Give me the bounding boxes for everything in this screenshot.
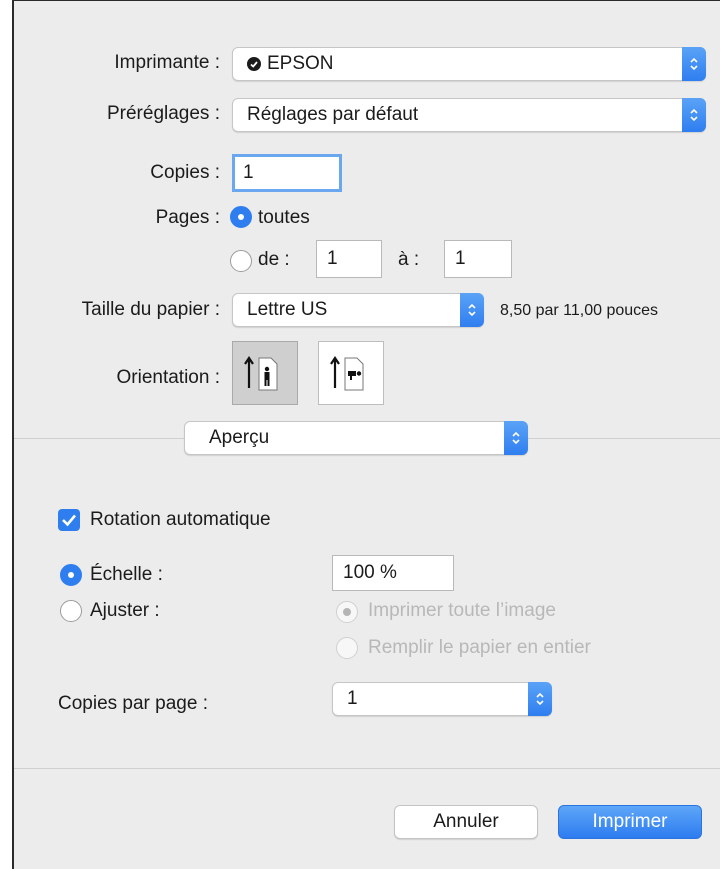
popup-stepper-icon <box>682 47 706 81</box>
scale-radio[interactable] <box>60 564 82 586</box>
popup-stepper-icon <box>504 421 528 455</box>
fit-print-all-radio[interactable] <box>336 601 358 623</box>
paper-dimensions: 8,50 par 11,00 pouces <box>500 302 659 319</box>
pages-range-radio[interactable] <box>230 250 252 272</box>
copies-per-page-label: Copies par page : <box>58 693 208 714</box>
section-popup-value: Aperçu <box>209 427 270 448</box>
orientation-label: Orientation : <box>116 367 221 388</box>
section-popup[interactable]: Aperçu <box>184 421 528 455</box>
printer-value: EPSON <box>267 53 334 74</box>
copies-label: Copies : <box>150 162 220 183</box>
printer-popup[interactable]: EPSON <box>232 47 706 81</box>
presets-label: Préréglages : <box>106 103 220 124</box>
pages-all-radio[interactable] <box>230 206 252 228</box>
pages-to-input[interactable]: 1 <box>444 240 512 278</box>
separator <box>14 768 720 769</box>
popup-stepper-icon <box>682 98 706 132</box>
auto-rotate-checkbox[interactable] <box>58 509 80 531</box>
copies-per-page-value: 1 <box>347 688 358 709</box>
portrait-icon <box>244 356 278 391</box>
landscape-icon <box>330 356 364 391</box>
auto-rotate-label: Rotation automatique <box>90 509 271 530</box>
presets-popup[interactable]: Réglages par défaut <box>232 98 706 132</box>
orientation-portrait-button[interactable] <box>232 341 298 405</box>
print-dialog: Imprimante : EPSON Préréglages : Réglage… <box>12 0 720 869</box>
print-button[interactable]: Imprimer <box>558 805 702 839</box>
pages-label: Pages : <box>155 207 220 228</box>
scale-label: Échelle : <box>90 564 163 585</box>
paper-size-label: Taille du papier : <box>81 299 220 320</box>
printer-label: Imprimante : <box>114 52 220 73</box>
fit-label: Ajuster : <box>90 600 160 621</box>
fit-radio[interactable] <box>60 600 82 622</box>
pages-from-input[interactable]: 1 <box>316 240 382 278</box>
cancel-button[interactable]: Annuler <box>394 805 538 839</box>
paper-size-value: Lettre US <box>247 299 328 320</box>
paper-size-popup[interactable]: Lettre US <box>232 293 484 327</box>
copies-input[interactable]: 1 <box>232 154 342 192</box>
checkmark-icon <box>62 514 76 527</box>
popup-stepper-icon <box>460 293 484 327</box>
pages-all-label: toutes <box>258 207 310 228</box>
copies-per-page-popup[interactable]: 1 <box>332 682 552 716</box>
orientation-landscape-button[interactable] <box>318 341 384 405</box>
pages-range-label: de : <box>258 249 290 270</box>
fit-print-all-label: Imprimer toute l’image <box>368 600 556 621</box>
printer-status-icon <box>247 57 261 71</box>
popup-stepper-icon <box>528 682 552 716</box>
scale-input[interactable]: 100 % <box>332 555 454 591</box>
fit-fill-paper-label: Remplir le papier en entier <box>368 637 591 658</box>
pages-to-label: à : <box>398 249 420 270</box>
fit-fill-paper-radio[interactable] <box>336 637 358 659</box>
presets-value: Réglages par défaut <box>247 104 419 125</box>
